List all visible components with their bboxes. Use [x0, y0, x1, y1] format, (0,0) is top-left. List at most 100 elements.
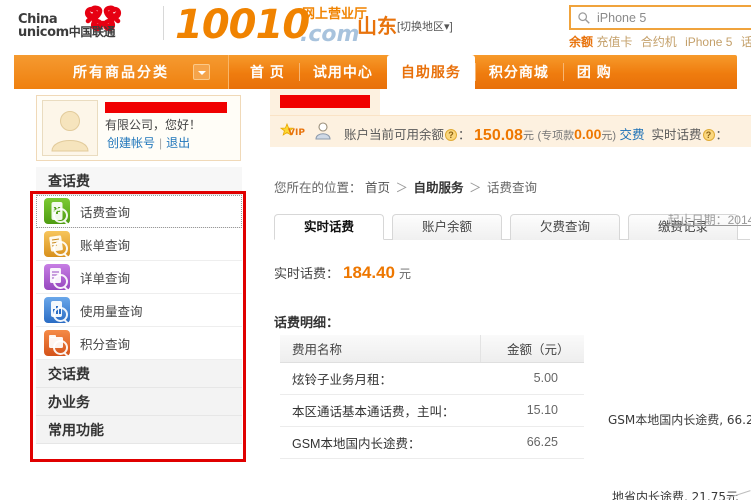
- phone-fee-icon: ¥: [44, 198, 70, 224]
- sidebar-item-label-points-query: 积分查询: [80, 337, 131, 352]
- detail-search-icon: [44, 264, 70, 290]
- sidebar-item-fee-query[interactable]: ¥ 话费查询: [36, 195, 242, 228]
- sidebar-item-usage-query[interactable]: 使用量查询: [36, 294, 242, 327]
- logo-line-unicom: unicom中国联通: [18, 25, 116, 40]
- account-head-icon: [315, 122, 331, 140]
- nav-item-trial-center[interactable]: 试用中心: [298, 55, 387, 89]
- pay-fee-link[interactable]: 交费: [620, 128, 645, 142]
- main-navigation: 所有商品分类 首 页 试用中心 自助服务 积分商城 团 购: [14, 55, 737, 89]
- realtime-colon: ：: [715, 128, 729, 142]
- search-box[interactable]: [569, 5, 751, 30]
- balance-unit: 元: [522, 130, 534, 142]
- breadcrumb-home[interactable]: 首页: [365, 181, 390, 195]
- fee-detail-table: 费用名称 金额（元） 炫铃子业务月租： 5.00 本区通话基本通话费，主叫： 1…: [280, 335, 584, 459]
- brand-number[interactable]: 10010: [175, 2, 310, 48]
- user-info-card: 有限公司，您好！ 创建帐号 | 退出: [36, 95, 241, 161]
- tab-arrears-query[interactable]: 欠费查询: [510, 214, 620, 240]
- brand-dotcom: .com: [300, 22, 360, 47]
- table-row: GSM本地国内长途费： 66.25: [280, 426, 584, 459]
- special-fund-unit: 元): [601, 130, 617, 142]
- logo-line-cn: 中国联通: [68, 25, 116, 39]
- balance-value: 150.08: [474, 127, 523, 144]
- region-switch-label[interactable]: [切换地区▾]: [397, 21, 453, 33]
- chart-label-province-long-distance: 地省内长途费, 21.75元: [612, 490, 738, 500]
- fee-detail-title: 话费明细：: [274, 315, 340, 330]
- account-balance-text: 账户当前可用余额?： 150.08元 (专项款0.00元) 交费 实时话费?：: [344, 124, 728, 145]
- site-header: China unicom中国联通 10010 网上营业厅 .com 山东[切换地…: [0, 0, 751, 55]
- svg-text:VIP: VIP: [288, 128, 305, 138]
- user-account-links: 创建帐号 | 退出: [107, 134, 190, 151]
- hotword-0[interactable]: 余额: [569, 35, 593, 49]
- nav-item-home[interactable]: 首 页: [236, 55, 299, 89]
- redacted-account-bar: [280, 95, 370, 108]
- fee-name-cell-1: 本区通话基本通话费，主叫：: [280, 394, 480, 427]
- tab-account-balance[interactable]: 账户余额: [392, 214, 502, 240]
- sidebar-item-label-bill-query: 账单查询: [80, 238, 131, 253]
- chart-label-gsm-long-distance: GSM本地国内长途费, 66.25元: [608, 413, 751, 427]
- redacted-username-bar: [105, 102, 227, 113]
- sidebar-item-label-detail-query: 详单查询: [80, 271, 131, 286]
- table-header-row: 费用名称 金额（元）: [280, 335, 584, 363]
- realtime-fee-value: 184.40: [343, 263, 396, 282]
- question-mark-icon-realtime[interactable]: ?: [702, 129, 715, 141]
- sidebar-section-check-fee[interactable]: 查话费: [36, 167, 242, 195]
- fee-amount-cell-0: 5.00: [480, 362, 584, 395]
- vip-star-icon: VIP: [280, 122, 305, 138]
- chevron-down-icon[interactable]: [193, 64, 210, 80]
- hotword-3[interactable]: iPhone 5: [685, 35, 732, 49]
- region-selector[interactable]: 山东[切换地区▾]: [357, 10, 453, 39]
- logo-text-block: China unicom中国联通: [18, 13, 116, 40]
- user-company-greeting: 有限公司，您好！: [105, 118, 202, 132]
- account-balance-bar: VIP 账户当前可用余额?： 150.08元 (专项款0.00元) 交费 实时话…: [270, 115, 751, 147]
- hot-keywords: 余额 充值卡 合约机 iPhone 5 话费: [569, 33, 751, 50]
- link-separator: |: [159, 136, 163, 150]
- search-input[interactable]: [597, 11, 751, 25]
- breadcrumb-self-service[interactable]: 自助服务: [414, 181, 464, 195]
- question-mark-icon-balance[interactable]: ?: [445, 129, 458, 141]
- realtime-fee-label: 实时话费: [651, 128, 702, 142]
- realtime-fee-row: 实时话费： 184.40 元: [274, 263, 411, 283]
- breadcrumb: 您所在的位置： 首页 ＞ 自助服务 ＞ 话费查询: [260, 167, 751, 196]
- unicom-logo[interactable]: China unicom中国联通: [18, 5, 178, 47]
- sidebar-item-points-query[interactable]: 积分查询: [36, 327, 242, 360]
- fee-name-cell-2: GSM本地国内长途费：: [280, 426, 480, 459]
- tab-realtime-fee[interactable]: 实时话费: [274, 214, 384, 240]
- user-avatar-icon: [43, 101, 97, 155]
- breadcrumb-separator-1: ＞: [395, 181, 409, 195]
- main-panel: 您所在的位置： 首页 ＞ 自助服务 ＞ 话费查询 实时话费 账户余额 欠费查询 …: [260, 167, 751, 459]
- breadcrumb-current: 话费查询: [487, 181, 538, 195]
- search-icon: [578, 12, 590, 24]
- table-row: 本区通话基本通话费，主叫： 15.10: [280, 394, 584, 427]
- realtime-fee-unit: 元: [399, 267, 412, 281]
- sidebar-item-detail-query[interactable]: 详单查询: [36, 261, 242, 294]
- nav-item-group-buy[interactable]: 团 购: [562, 55, 626, 89]
- left-sidebar: 查话费 ¥ 话费查询 账单查询 详单查询 使用量查询 积分查询 交话费 办业务 …: [36, 167, 242, 444]
- sidebar-item-bill-query[interactable]: 账单查询: [36, 228, 242, 261]
- hotword-2[interactable]: 合约机: [641, 35, 677, 49]
- column-header-amount: 金额（元）: [479, 335, 584, 363]
- logo-divider: [163, 6, 164, 40]
- page-root: China unicom中国联通 10010 网上营业厅 .com 山东[切换地…: [0, 0, 751, 500]
- hotword-1[interactable]: 充值卡: [596, 35, 632, 49]
- all-categories-button[interactable]: 所有商品分类: [14, 55, 229, 89]
- fee-amount-cell-2: 66.25: [480, 426, 584, 459]
- realtime-fee-label-main: 实时话费：: [274, 266, 340, 281]
- nav-item-list: 首 页 试用中心 自助服务 积分商城 团 购: [236, 55, 626, 89]
- sidebar-section-handle-business[interactable]: 办业务: [36, 388, 242, 416]
- nav-item-points-mall[interactable]: 积分商城: [474, 55, 563, 89]
- nav-item-self-service[interactable]: 自助服务: [386, 55, 475, 89]
- sidebar-section-common-functions[interactable]: 常用功能: [36, 416, 242, 444]
- logout-link[interactable]: 退出: [166, 136, 190, 150]
- sidebar-section-pay-fee[interactable]: 交话费: [36, 360, 242, 388]
- bill-search-icon: [44, 231, 70, 257]
- balance-colon: ：: [458, 128, 471, 142]
- special-fund-value: 0.00: [574, 126, 602, 142]
- usage-search-icon: [44, 297, 70, 323]
- create-account-link[interactable]: 创建帐号: [107, 136, 155, 150]
- region-name: 山东: [357, 16, 397, 38]
- all-categories-label: 所有商品分类: [73, 64, 169, 80]
- avatar: [42, 100, 98, 156]
- table-row: 炫铃子业务月租： 5.00: [280, 362, 584, 395]
- hotword-4[interactable]: 话费: [741, 35, 751, 49]
- date-range-label[interactable]: 起止日期：2014-0: [668, 211, 751, 228]
